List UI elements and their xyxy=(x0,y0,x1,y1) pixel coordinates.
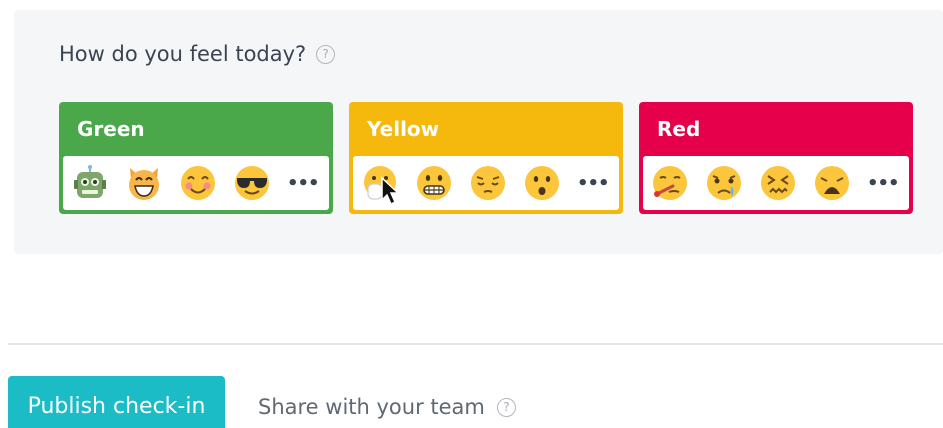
question-help-icon[interactable]: ? xyxy=(316,44,336,64)
smiling-blush-icon[interactable] xyxy=(179,164,217,202)
more-emojis-green[interactable]: ••• xyxy=(287,173,320,193)
section-divider xyxy=(8,343,943,345)
sunglasses-face-icon[interactable] xyxy=(233,164,271,202)
more-emojis-red[interactable]: ••• xyxy=(867,173,900,193)
group-title-red: Red xyxy=(657,117,701,141)
group-title-green: Green xyxy=(77,117,145,141)
confounded-face-icon[interactable] xyxy=(759,164,797,202)
share-with-team: Share with your team ? xyxy=(258,395,516,419)
emoji-row-green: ••• xyxy=(63,156,329,210)
pensive-face-icon[interactable] xyxy=(469,164,507,202)
share-help-icon[interactable]: ? xyxy=(496,397,516,417)
checkin-page: How do you feel today? ? Green ••• Yello… xyxy=(0,0,943,428)
group-title-yellow: Yellow xyxy=(367,117,440,141)
weary-face-icon[interactable] xyxy=(813,164,851,202)
mood-group-red: Red ••• xyxy=(639,102,913,214)
question-text: How do you feel today? xyxy=(59,42,307,66)
grinning-cat-icon[interactable] xyxy=(125,164,163,202)
crying-face-icon[interactable] xyxy=(705,164,743,202)
share-with-team-label[interactable]: Share with your team xyxy=(258,395,485,419)
grimacing-face-icon[interactable] xyxy=(415,164,453,202)
emoji-row-red: ••• xyxy=(643,156,909,210)
mouse-cursor-icon xyxy=(381,176,400,206)
publish-checkin-button[interactable]: Publish check-in xyxy=(8,376,225,428)
mood-question: How do you feel today? ? xyxy=(59,42,336,66)
mood-group-green: Green ••• xyxy=(59,102,333,214)
more-emojis-yellow[interactable]: ••• xyxy=(577,173,610,193)
hushed-face-icon[interactable] xyxy=(523,164,561,202)
robot-face-icon[interactable] xyxy=(71,164,109,202)
thermometer-face-icon[interactable] xyxy=(651,164,689,202)
